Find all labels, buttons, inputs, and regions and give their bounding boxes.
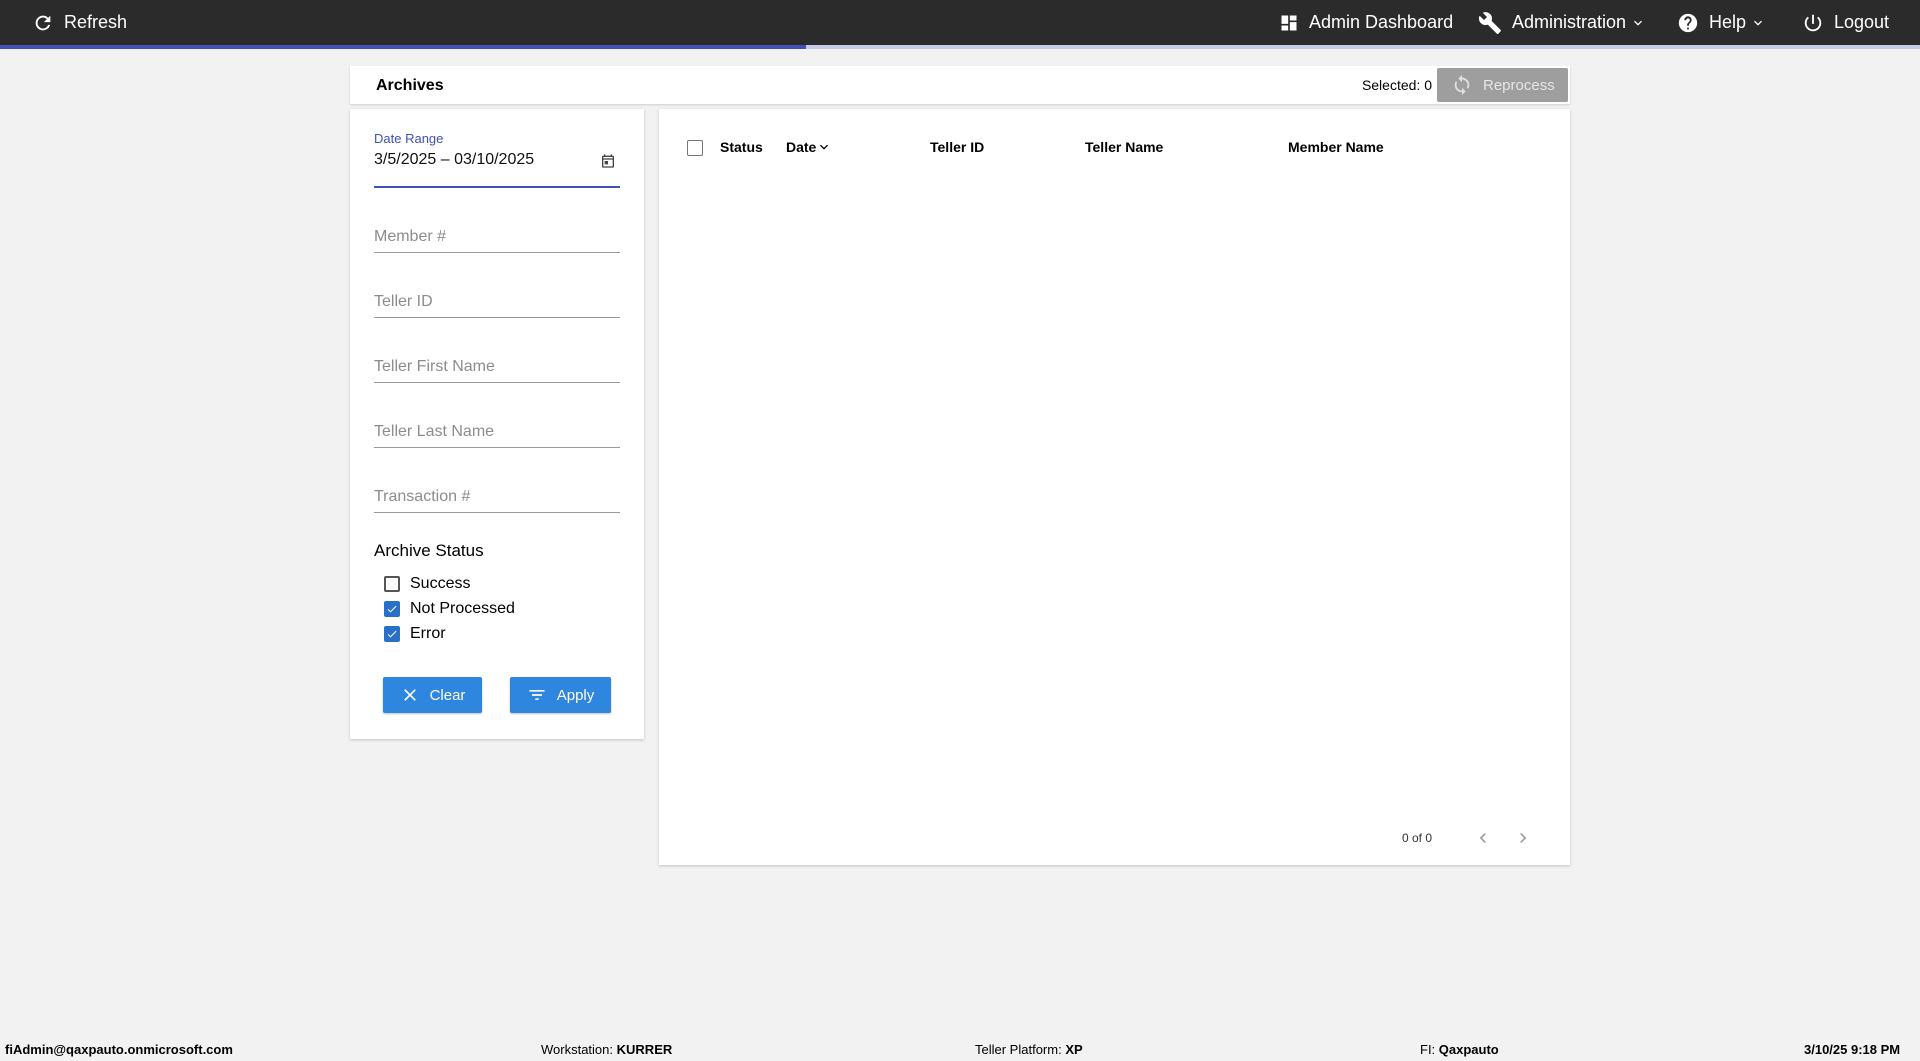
apply-button[interactable]: Apply	[510, 677, 611, 713]
checkbox-label: Success	[410, 575, 471, 592]
filter-icon	[529, 690, 545, 700]
column-header-teller-name[interactable]: Teller Name	[1085, 139, 1163, 155]
teller-id-placeholder: Teller ID	[374, 293, 433, 310]
results-table-card: Status Date Teller ID Teller Name Member…	[659, 109, 1570, 865]
next-page-button[interactable]	[1511, 826, 1535, 850]
pagination-range: 0 of 0	[1402, 831, 1433, 845]
filter-panel: Date Range 3/5/2025 – 03/10/2025 Member …	[350, 109, 644, 739]
apply-label: Apply	[556, 686, 595, 704]
chevron-down-icon	[1754, 20, 1763, 26]
checkmark-icon	[387, 630, 397, 638]
status-checkbox-not-processed[interactable]: Not Processed	[384, 600, 515, 618]
transaction-number-field[interactable]: Transaction #	[374, 469, 620, 513]
column-header-date-label: Date	[786, 139, 817, 155]
checkbox[interactable]	[384, 601, 400, 617]
footer-workstation: Workstation: KURRER	[541, 1042, 673, 1057]
footer-teller-platform: Teller Platform: XP	[975, 1042, 1083, 1057]
help-menu[interactable]: Help	[1677, 0, 1766, 45]
admin-dashboard-label: Admin Dashboard	[1309, 12, 1454, 32]
checkbox[interactable]	[384, 626, 400, 642]
column-header-member-name[interactable]: Member Name	[1288, 139, 1384, 155]
checkbox-label: Error	[410, 625, 446, 642]
help-label: Help	[1709, 12, 1747, 32]
wrench-icon	[1478, 11, 1501, 34]
loading-progress-bar	[0, 45, 1920, 49]
date-range-label: Date Range	[374, 131, 444, 146]
status-checkbox-error[interactable]: Error	[384, 625, 446, 643]
footer-fi: FI: Qaxpauto	[1420, 1042, 1499, 1057]
logout-label: Logout	[1834, 12, 1890, 32]
chevron-left-icon	[1479, 833, 1486, 843]
previous-page-button[interactable]	[1471, 826, 1495, 850]
member-number-field[interactable]: Member #	[374, 209, 620, 253]
dashboard-icon	[1281, 15, 1297, 30]
clear-button[interactable]: Clear	[383, 677, 482, 713]
chevron-right-icon	[1520, 833, 1527, 843]
clear-label: Clear	[429, 686, 466, 704]
status-checkbox-success[interactable]: Success	[384, 575, 470, 593]
close-icon	[403, 689, 416, 701]
refresh-button[interactable]: Refresh	[32, 0, 127, 45]
column-header-date[interactable]: Date	[786, 139, 832, 155]
date-range-field[interactable]: Date Range 3/5/2025 – 03/10/2025	[374, 131, 620, 188]
footer-datetime: 3/10/25 9:18 PM	[1804, 1042, 1901, 1057]
archive-status-title: Archive Status	[374, 541, 484, 560]
checkbox-label: Not Processed	[410, 600, 515, 617]
member-number-placeholder: Member #	[374, 228, 447, 245]
reprocess-label: Reprocess	[1483, 76, 1555, 94]
select-all-checkbox[interactable]	[687, 140, 703, 156]
column-header-teller-id[interactable]: Teller ID	[930, 139, 984, 155]
calendar-icon[interactable]	[600, 153, 616, 169]
teller-id-field[interactable]: Teller ID	[374, 274, 620, 318]
page-title: Archives	[376, 77, 444, 94]
checkmark-icon	[387, 605, 397, 613]
teller-first-name-placeholder: Teller First Name	[374, 358, 495, 375]
footer-user: fiAdmin@qaxpauto.onmicrosoft.com	[5, 1042, 233, 1057]
transaction-number-placeholder: Transaction #	[374, 488, 471, 505]
help-icon	[1678, 13, 1698, 32]
refresh-icon	[35, 15, 51, 30]
teller-last-name-field[interactable]: Teller Last Name	[374, 404, 620, 448]
teller-last-name-placeholder: Teller Last Name	[374, 423, 495, 440]
admin-dashboard-button[interactable]: Admin Dashboard	[1279, 0, 1453, 45]
archives-header: Archives Selected: 0 Reprocess	[350, 66, 1570, 104]
column-header-status[interactable]: Status	[720, 139, 763, 155]
date-range-input[interactable]: 3/5/2025 – 03/10/2025	[374, 151, 534, 169]
administration-label: Administration	[1512, 12, 1627, 32]
status-footer: fiAdmin@qaxpauto.onmicrosoft.com Worksta…	[0, 1038, 1920, 1061]
power-icon	[1804, 14, 1822, 31]
chevron-down-icon	[1634, 20, 1643, 26]
sort-arrow-down-icon	[820, 144, 829, 150]
teller-first-name-field[interactable]: Teller First Name	[374, 339, 620, 383]
sync-icon	[1454, 74, 1470, 96]
logout-button[interactable]: Logout	[1802, 0, 1889, 45]
refresh-label: Refresh	[64, 12, 128, 32]
top-navigation-bar: Refresh Admin Dashboard Administration H…	[0, 0, 1920, 45]
loading-progress-fill	[0, 45, 807, 49]
checkbox[interactable]	[384, 576, 400, 592]
reprocess-button[interactable]: Reprocess	[1437, 68, 1568, 102]
selected-count: Selected: 0	[1361, 77, 1432, 93]
administration-menu[interactable]: Administration	[1478, 0, 1646, 45]
